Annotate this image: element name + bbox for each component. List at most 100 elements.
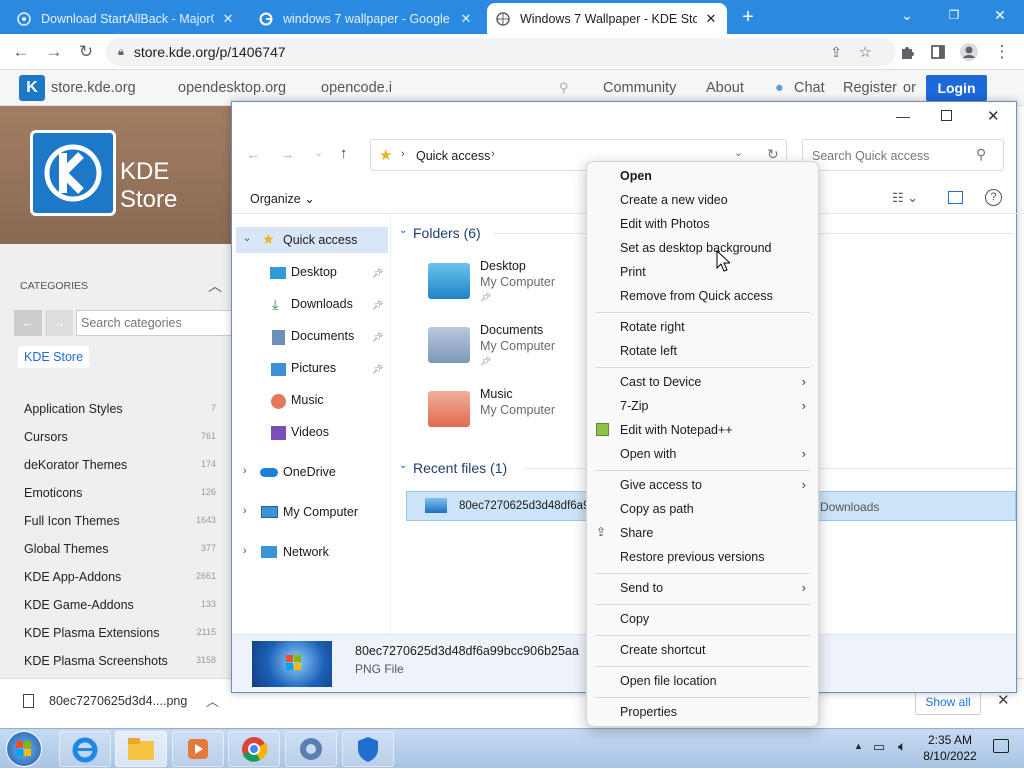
chevron-down-icon[interactable]: ⌄ [243, 233, 251, 244]
site-logo-text[interactable]: store.kde.org [51, 80, 136, 96]
menu-restore-previous[interactable]: Restore previous versions [620, 550, 765, 564]
category-item[interactable]: Emoticons 126 [24, 486, 216, 500]
volume-icon[interactable]: 🔈︎ [898, 738, 906, 755]
category-item[interactable]: Global Themes 377 [24, 542, 216, 556]
menu-kebab-icon[interactable]: ⋮ [991, 41, 1013, 63]
menu-create-video[interactable]: Create a new video [620, 193, 728, 207]
tab-search-icon[interactable]: ⌄ [884, 0, 930, 30]
menu-set-desktop-background[interactable]: Set as desktop background [620, 241, 772, 255]
media-player-icon[interactable] [172, 731, 224, 767]
settings-gear-icon[interactable] [285, 731, 337, 767]
login-button[interactable]: Login [926, 75, 987, 101]
chevron-right-icon[interactable]: › [243, 465, 247, 477]
menu-open-with[interactable]: Open with [620, 447, 676, 461]
minimize-button[interactable]: — [896, 108, 910, 124]
up-icon[interactable]: ↑ [340, 145, 348, 162]
network-tray-icon[interactable]: ▭ [873, 739, 885, 755]
profile-avatar-icon[interactable] [958, 41, 980, 63]
browser-tab[interactable]: windows 7 wallpaper - Google Se ✕ [250, 3, 482, 34]
breadcrumb-quick-access[interactable]: Quick access [416, 149, 490, 163]
help-icon[interactable]: ? [985, 189, 1002, 206]
organize-button[interactable]: Organize ⌄ [250, 191, 315, 206]
kde-logo-icon[interactable]: K [19, 75, 45, 101]
category-item[interactable]: KDE Plasma Screenshots 3158 [24, 654, 216, 668]
search-box[interactable]: Search Quick access ⚲ [802, 139, 1004, 171]
share-icon[interactable]: ⇪ [830, 44, 842, 61]
menu-remove-quick-access[interactable]: Remove from Quick access [620, 289, 773, 303]
link-opencode[interactable]: opencode.i [321, 80, 392, 96]
chevron-down-icon[interactable]: ⌄ [734, 146, 743, 159]
folder-documents[interactable]: Documents My Computer 📌︎ [428, 323, 603, 379]
chevron-up-icon[interactable]: ︿ [206, 691, 219, 710]
menu-cast-to-device[interactable]: Cast to Device [620, 375, 701, 389]
recent-files-header[interactable]: Recent files (1) [413, 460, 507, 476]
chevron-right-icon[interactable]: › [491, 148, 495, 160]
nav-chat[interactable]: Chat [794, 80, 825, 96]
menu-send-to[interactable]: Send to [620, 581, 663, 595]
new-tab-button[interactable]: + [738, 6, 758, 28]
defender-shield-icon[interactable] [342, 731, 394, 767]
folder-desktop[interactable]: Desktop My Computer 📌︎ [428, 259, 603, 315]
menu-open[interactable]: Open [620, 169, 652, 183]
back-icon[interactable]: ← [246, 146, 261, 163]
clock-time[interactable]: 2:35 AM [925, 733, 975, 747]
menu-create-shortcut[interactable]: Create shortcut [620, 643, 705, 657]
menu-edit-notepadpp[interactable]: Edit with Notepad++ [620, 423, 733, 437]
menu-copy[interactable]: Copy [620, 612, 649, 626]
close-shelf-icon[interactable]: ✕ [997, 691, 1010, 709]
chevron-down-icon[interactable]: ⌄ [399, 225, 407, 236]
menu-edit-photos[interactable]: Edit with Photos [620, 217, 710, 231]
category-item[interactable]: Full Icon Themes 1643 [24, 514, 216, 528]
menu-properties[interactable]: Properties [620, 705, 677, 719]
category-item[interactable]: Application Styles 7 [24, 402, 216, 416]
menu-rotate-right[interactable]: Rotate right [620, 320, 685, 334]
cat-forward-button[interactable]: → [45, 310, 73, 336]
forward-icon[interactable]: → [43, 41, 65, 63]
close-tab-icon[interactable]: ✕ [458, 11, 474, 27]
nav-register[interactable]: Register [843, 80, 897, 96]
close-tab-icon[interactable]: ✕ [703, 11, 719, 27]
category-item[interactable]: KDE App-Addons 2661 [24, 570, 216, 584]
chrome-icon[interactable] [228, 731, 280, 767]
reload-icon[interactable]: ↻ [75, 41, 97, 63]
menu-7zip[interactable]: 7-Zip [620, 399, 648, 413]
category-item[interactable]: Cursors 761 [24, 430, 216, 444]
file-explorer-icon[interactable] [115, 731, 167, 767]
nav-item-quick-access[interactable]: ⌄ ★ Quick access [236, 227, 388, 253]
category-item[interactable]: KDE Game-Addons 133 [24, 598, 216, 612]
menu-copy-as-path[interactable]: Copy as path [620, 502, 694, 516]
preview-pane-icon[interactable] [948, 191, 963, 204]
start-button-icon[interactable] [6, 731, 42, 767]
search-icon[interactable]: ⚲ [559, 80, 569, 96]
menu-open-file-location[interactable]: Open file location [620, 674, 717, 688]
notifications-icon[interactable] [993, 739, 1009, 753]
download-filename[interactable]: 80ec7270625d3d4....png [49, 694, 187, 708]
menu-give-access[interactable]: Give access to [620, 478, 702, 492]
restore-window-button[interactable]: ❐ [931, 0, 977, 30]
browser-tab-active[interactable]: Windows 7 Wallpaper - KDE Stor ✕ [487, 3, 727, 34]
close-button[interactable]: ✕ [987, 107, 1000, 125]
category-item[interactable]: deKorator Themes 174 [24, 458, 216, 472]
internet-explorer-icon[interactable] [59, 731, 111, 767]
view-options-icon[interactable]: ☷ ⌄ [892, 190, 918, 206]
close-window-button[interactable]: ✕ [977, 0, 1023, 30]
chevron-down-icon[interactable]: ⌄ [399, 460, 407, 471]
chevron-right-icon[interactable]: › [243, 545, 247, 557]
folders-header[interactable]: Folders (6) [413, 225, 481, 241]
link-opendesktop[interactable]: opendesktop.org [178, 80, 286, 96]
back-icon[interactable]: ← [10, 41, 32, 63]
collapse-icon[interactable]: ︿ [208, 276, 222, 296]
side-panel-icon[interactable] [927, 41, 949, 63]
maximize-button[interactable] [941, 110, 952, 121]
folder-music[interactable]: Music My Computer [428, 387, 603, 443]
forward-icon[interactable]: → [280, 146, 295, 163]
bookmark-star-icon[interactable]: ☆ [859, 43, 872, 61]
address-bar[interactable]: 🔒︎ store.kde.org/p/1406747 ⇪ ☆ [106, 38, 896, 66]
search-input[interactable]: Search Quick access [812, 149, 929, 163]
menu-share[interactable]: Share [620, 526, 653, 540]
nav-about[interactable]: About [706, 80, 744, 96]
extensions-icon[interactable] [896, 41, 918, 63]
menu-rotate-left[interactable]: Rotate left [620, 344, 677, 358]
menu-print[interactable]: Print [620, 265, 646, 279]
cat-back-button[interactable]: ← [14, 310, 42, 336]
